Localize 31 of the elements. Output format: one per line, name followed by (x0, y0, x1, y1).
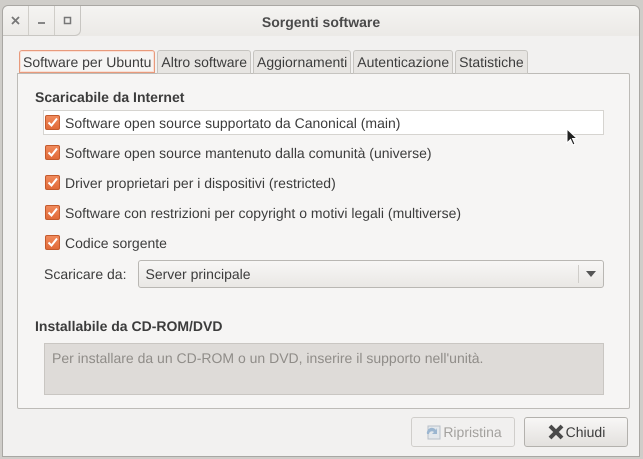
tab[interactable]: Aggiornamenti (253, 50, 352, 74)
checkbox-row[interactable]: Software open source supportato da Canonical (main) (43, 110, 604, 135)
tab[interactable]: Altro software (157, 50, 251, 74)
checkbox[interactable] (45, 175, 60, 190)
checkbox-label[interactable]: Software con restrizioni per copyright o motivi legali (multiverse) (65, 204, 462, 220)
mouse-cursor-icon (566, 128, 578, 146)
checkbox-label[interactable]: Software open source mantenuto dalla comunità (universe) (65, 144, 432, 160)
checkbox-label[interactable]: Driver proprietari per i dispositivi (restricted) (65, 174, 336, 190)
section-heading: Installabile da CD-ROM/DVD (35, 318, 224, 334)
close-icon (546, 423, 565, 441)
dropdown-arrow-icon (586, 271, 596, 277)
tab[interactable]: Software per Ubuntu (19, 50, 156, 73)
section-heading: Scaricabile da Internet (35, 89, 186, 105)
checkbox[interactable] (45, 235, 60, 250)
cdrom-notice-box: Per installare da un CD-ROM o un DVD, inserire il supporto nell'unità. (44, 343, 604, 395)
window-title: Sorgenti software (262, 14, 380, 30)
tab[interactable]: Autenticazione (353, 50, 454, 74)
checkbox-row[interactable]: Software con restrizioni per copyright o motivi legali (multiverse) (43, 200, 604, 225)
checkbox-row[interactable]: Codice sorgente (43, 230, 604, 255)
close-button[interactable]: Chiudi (524, 417, 628, 447)
checkbox-label[interactable]: Software open source supportato da Canonical (main) (65, 114, 400, 130)
checkbox[interactable] (45, 205, 60, 220)
checkbox-label[interactable]: Codice sorgente (65, 234, 167, 250)
checkbox[interactable] (45, 115, 60, 130)
checkbox-row[interactable]: Software open source mantenuto dalla comunità (universe) (43, 140, 604, 165)
field-label: Scaricare da: (44, 266, 126, 282)
server-dropdown[interactable]: Server principale (138, 260, 604, 288)
tab[interactable]: Statistiche (455, 50, 528, 74)
checkbox[interactable] (45, 145, 60, 160)
checkbox-row[interactable]: Driver proprietari per i dispositivi (restricted) (43, 170, 604, 195)
revert-icon (424, 423, 442, 441)
